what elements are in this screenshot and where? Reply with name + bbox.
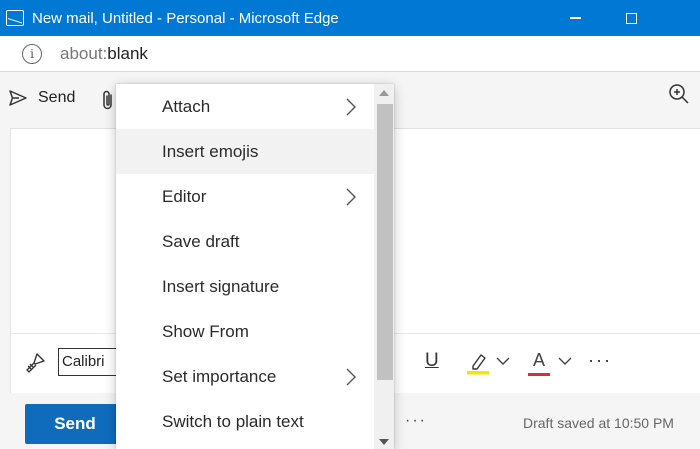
format-painter-icon[interactable] — [24, 352, 46, 374]
maximize-icon — [625, 12, 637, 24]
zoom-in-icon[interactable] — [667, 82, 693, 108]
scroll-down-arrow-icon[interactable] — [379, 439, 389, 445]
font-color-chevron-down-icon[interactable] — [558, 356, 572, 366]
menu-item-show-from[interactable]: Show From — [116, 309, 374, 354]
minimize-button[interactable] — [552, 0, 598, 36]
address-bar[interactable]: i about:blank — [0, 36, 700, 72]
browser-window-icon — [6, 10, 24, 26]
font-color-swatch — [528, 373, 550, 376]
menu-item-attach[interactable]: Attach — [116, 84, 374, 129]
url-text[interactable]: about:blank — [60, 44, 148, 64]
menu-item-label: Attach — [162, 96, 211, 116]
title-bar: New mail, Untitled - Personal - Microsof… — [0, 0, 700, 36]
menu-item-save-draft[interactable]: Save draft — [116, 219, 374, 264]
chevron-right-icon — [346, 368, 356, 386]
chevron-right-icon — [346, 188, 356, 206]
menu-item-label: Show From — [162, 321, 249, 341]
font-color-letter: A — [532, 350, 545, 370]
scroll-up-arrow-icon[interactable] — [379, 90, 389, 96]
send-icon — [9, 90, 27, 106]
highlight-chevron-down-icon[interactable] — [496, 356, 510, 366]
underline-button[interactable]: U — [425, 350, 443, 372]
menu-scrollbar-thumb[interactable] — [377, 104, 393, 380]
menu-item-label: Insert signature — [162, 276, 280, 296]
more-actions-menu: Attach Insert emojis Editor Save draft I… — [116, 84, 394, 449]
url-path: blank — [107, 43, 148, 63]
ribbon-send-label: Send — [38, 89, 76, 106]
menu-item-label: Set importance — [162, 366, 277, 386]
draft-status: Draft saved at 10:50 PM — [523, 415, 674, 431]
more-formatting-options-button[interactable]: ··· — [588, 350, 612, 371]
highlight-icon[interactable] — [466, 351, 490, 375]
ribbon-send-button[interactable]: Send — [8, 88, 75, 108]
chevron-right-icon — [346, 98, 356, 116]
menu-item-insert-emojis[interactable]: Insert emojis — [116, 129, 374, 174]
paperclip-icon[interactable] — [100, 90, 116, 112]
menu-item-insert-signature[interactable]: Insert signature — [116, 264, 374, 309]
edge-window: New mail, Untitled - Personal - Microsof… — [0, 0, 700, 449]
send-button[interactable]: Send — [25, 404, 125, 444]
url-scheme: about: — [60, 43, 108, 63]
menu-item-label: Editor — [162, 186, 207, 206]
menu-item-switch-to-plain-text[interactable]: Switch to plain text — [116, 399, 374, 444]
menu-item-editor[interactable]: Editor — [116, 174, 374, 219]
menu-item-set-importance[interactable]: Set importance — [116, 354, 374, 399]
info-icon[interactable]: i — [22, 43, 42, 64]
menu-item-label: Save draft — [162, 231, 240, 251]
menu-item-label: Insert emojis — [162, 141, 259, 161]
minimize-icon — [569, 17, 581, 19]
menu-item-label: Switch to plain text — [162, 411, 304, 431]
window-title: New mail, Untitled - Personal - Microsof… — [32, 9, 339, 27]
maximize-button[interactable] — [608, 0, 654, 36]
font-color-button[interactable]: A — [528, 350, 550, 376]
more-actions-button[interactable]: ··· — [405, 412, 427, 430]
